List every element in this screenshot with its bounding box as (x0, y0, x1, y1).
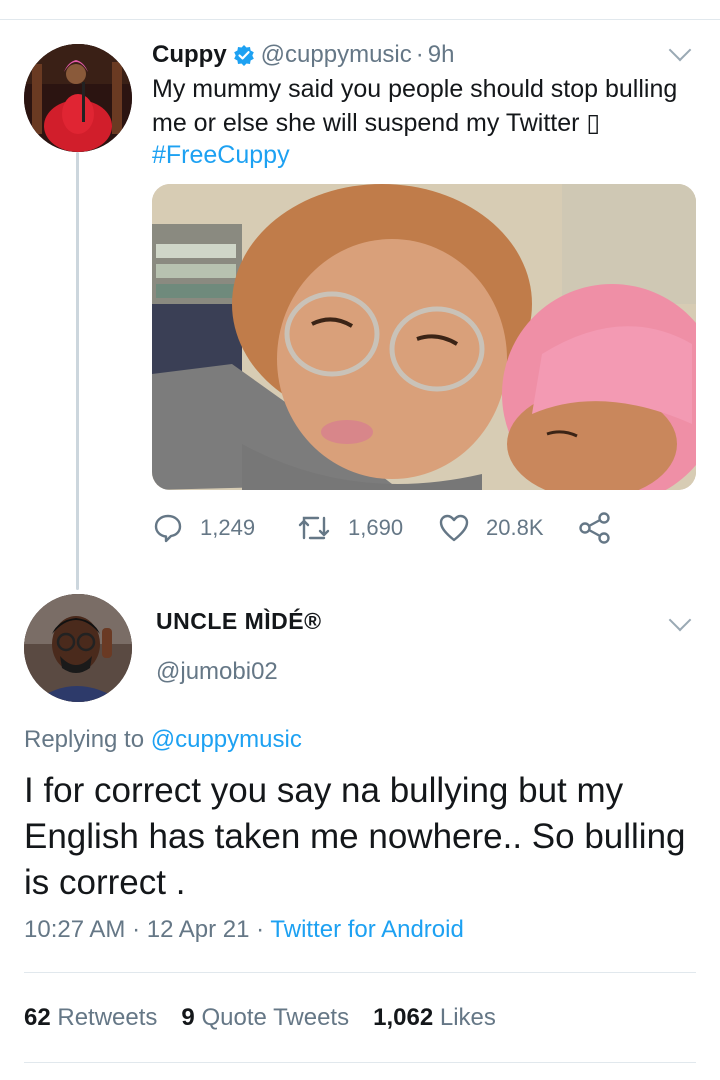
thread-line (76, 152, 79, 590)
share-icon (579, 512, 610, 544)
retweet-icon (298, 516, 330, 540)
meta-separator: · (132, 916, 141, 943)
retweets-stat[interactable]: 62 Retweets (24, 1004, 157, 1032)
replying-prefix: Replying to (24, 726, 145, 753)
avatar-cuppy[interactable] (24, 44, 132, 152)
tweet-hashtag[interactable]: #FreeCuppy (152, 138, 290, 172)
tweet-author-name[interactable]: Cuppy (152, 40, 227, 70)
likes-stat[interactable]: 1,062 Likes (373, 1004, 496, 1032)
tweet-header: Cuppy @cuppymusic · 9h (152, 40, 454, 70)
quotes-label: Quote Tweets (201, 1004, 350, 1031)
reply-icon (154, 514, 182, 543)
quotes-count: 9 (181, 1004, 195, 1031)
retweets-label: Retweets (57, 1004, 158, 1031)
retweet-count: 1,690 (348, 515, 404, 540)
likes-count: 1,062 (373, 1004, 434, 1031)
meta-separator: · (256, 916, 265, 943)
like-icon (439, 514, 469, 542)
chevron-down-icon[interactable] (668, 38, 692, 62)
tweet-author-handle[interactable]: @cuppymusic (261, 40, 412, 70)
tweet-time[interactable]: 9h (428, 40, 455, 70)
likes-label: Likes (439, 1004, 496, 1031)
tweet-photo[interactable] (152, 184, 696, 490)
reply-text: I for correct you say na bullying but my… (24, 771, 686, 902)
reply-author-handle[interactable]: @jumobi02 (156, 658, 278, 686)
share-action[interactable] (578, 508, 628, 548)
tweet-actions: 1,249 1,690 20.8K (152, 508, 692, 548)
stats-divider-bottom (24, 1062, 696, 1063)
quotes-stat[interactable]: 9 Quote Tweets (181, 1004, 349, 1032)
reply-source[interactable]: Twitter for Android (270, 916, 463, 943)
stats-divider-top (24, 972, 696, 973)
retweets-count: 62 (24, 1004, 51, 1031)
reply-stats: 62 Retweets 9 Quote Tweets 1,062 Likes (24, 1004, 520, 1032)
avatar-uncle-mide[interactable] (24, 594, 132, 702)
reply-author-name[interactable]: UNCLE MÌDÉ® (156, 608, 322, 635)
reply-meta: 10:27 AM · 12 Apr 21 · Twitter for Andro… (24, 916, 464, 944)
like-action[interactable]: 20.8K (438, 508, 544, 548)
reply-date: 12 Apr 21 (146, 916, 250, 943)
meta-separator: · (415, 41, 424, 68)
reply-action[interactable]: 1,249 (152, 508, 255, 548)
verified-badge-icon (233, 44, 255, 66)
replying-to-link[interactable]: @cuppymusic (151, 726, 302, 753)
top-divider (0, 19, 720, 20)
reply-time: 10:27 AM (24, 916, 126, 943)
reply-count: 1,249 (200, 515, 256, 540)
chevron-down-icon[interactable] (668, 608, 692, 632)
retweet-action[interactable]: 1,690 (296, 508, 403, 548)
tweet-text: My mummy said you people should stop bul… (152, 75, 678, 137)
replying-to: Replying to @cuppymusic (24, 726, 302, 754)
like-count: 20.8K (486, 515, 544, 540)
